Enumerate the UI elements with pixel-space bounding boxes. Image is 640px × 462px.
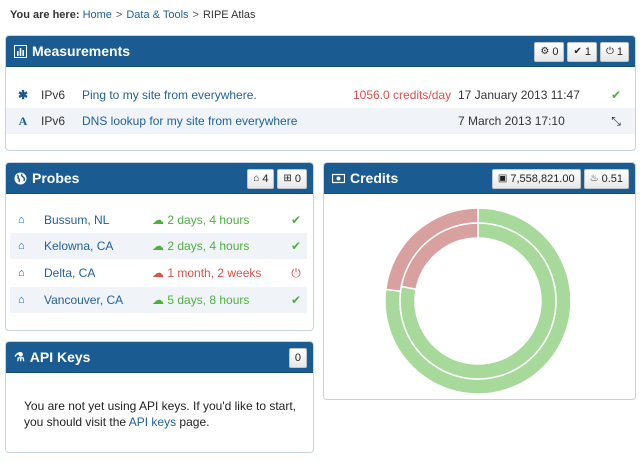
asterisk-icon: ✱ [17,88,29,102]
globe-icon [14,172,27,184]
measurements-header: Measurements ⚙ 0 ✔ 1 ⏻ 1 [6,36,635,67]
api-keys-message: You are not yet using API keys. If you'd… [24,398,313,430]
api-keys-title-text: API Keys [29,349,91,365]
money-icon [332,173,345,183]
breadcrumb-separator: > [115,9,123,21]
home-icon: ⌂ [18,267,25,279]
measurements-title: Measurements [14,43,130,59]
measurements-panel: Measurements ⚙ 0 ✔ 1 ⏻ 1 ✱ IPv6 Ping to my … [5,35,636,151]
dns-icon: A [18,114,28,128]
credits-panel: Credits ▣ 7,558,821.00 ♨ 0.51 [323,162,636,400]
api-keys-title: ⚗ API Keys [14,349,90,365]
breadcrumb-current: RIPE Atlas [202,9,256,21]
check-icon: ✔ [573,46,582,57]
probe-row: ⌂ Kelowna, CA ☁ 2 days, 4 hours ✔ [10,233,307,259]
probes-gift-button[interactable]: ⊞ 0 [277,169,307,189]
api-keys-header: ⚗ API Keys 0 [6,342,313,373]
measurement-row: ✱ IPv6 Ping to my site from everywhere. … [6,82,635,108]
api-keys-count: 0 [294,352,301,364]
money-icon: ▣ [497,173,508,184]
probes-buttons: ⌂ 4 ⊞ 0 [247,169,307,189]
cloud-up-icon: ☁ [152,239,168,253]
credits-balance-button[interactable]: ▣ 7,558,821.00 [491,169,581,189]
credits-rate: 0.51 [601,173,623,185]
power-icon: ⏻ [291,266,301,280]
credits-donut-chart [384,207,572,395]
measurement-type: IPv6 [41,114,66,128]
breadcrumb-separator: > [192,9,199,21]
probe-uptime: ☁ 5 days, 8 hours [152,287,249,313]
check-icon: ✔ [290,293,302,307]
probe-row: ⌂ Delta, CA ☁ 1 month, 2 weeks ⏻ [10,260,307,286]
breadcrumb: You are here: Home > Data & Tools > RIPE Atl… [10,9,256,21]
measurement-row: A IPv6 DNS lookup for my site from every… [6,108,635,134]
gift-count: 0 [294,173,301,185]
measurements-gear-button[interactable]: ⚙ 0 [534,42,565,62]
breadcrumb-data-tools-link[interactable]: Data & Tools [126,9,188,21]
credits-title-text: Credits [350,170,399,186]
breadcrumb-label: You are here: [10,9,80,21]
measurement-date: 17 January 2013 11:47 [458,88,580,102]
probe-uptime-text: 2 days, 4 hours [167,239,250,253]
api-keys-buttons: 0 [288,348,307,368]
gift-icon: ⊞ [283,173,292,184]
gear-icon: ⚙ [540,46,550,57]
bar-chart-icon [14,44,27,58]
probe-uptime: ☁ 2 days, 4 hours [152,233,249,259]
home-count: 4 [262,173,269,185]
power-count: 1 [616,46,623,58]
check-icon: ✔ [290,213,302,227]
collapse-icon: ⤡ [611,114,621,128]
measurements-check-button[interactable]: ✔ 1 [567,42,597,62]
cloud-up-icon: ☁ [152,293,168,307]
home-icon: ⌂ [18,294,25,306]
check-icon: ✔ [610,88,622,102]
check-icon: ✔ [290,239,302,253]
cloud-up-icon: ☁ [152,213,168,227]
probes-home-button[interactable]: ⌂ 4 [247,169,275,189]
measurement-link[interactable]: DNS lookup for my site from everywhere [82,108,297,134]
probe-row: ⌂ Bussum, NL ☁ 2 days, 4 hours ✔ [10,207,307,233]
credits-balance: 7,558,821.00 [510,173,575,185]
probe-link[interactable]: Vancouver, CA [44,287,123,313]
gear-count: 0 [552,46,559,58]
probes-header: Probes ⌂ 4 ⊞ 0 [6,163,313,194]
home-icon: ⌂ [18,214,25,226]
credits-buttons: ▣ 7,558,821.00 ♨ 0.51 [491,169,629,189]
api-keys-text-end: page. [176,415,210,429]
probe-link[interactable]: Bussum, NL [44,207,109,233]
probe-uptime: ☁ 1 month, 2 weeks [152,260,261,286]
probes-title-text: Probes [32,170,80,186]
probe-uptime-text: 1 month, 2 weeks [167,266,262,280]
breadcrumb-home-link[interactable]: Home [83,9,112,21]
api-keys-panel: ⚗ API Keys 0 You are not yet using API k… [5,341,314,453]
cloud-down-icon: ☁ [152,266,168,280]
probe-row: ⌂ Vancouver, CA ☁ 5 days, 8 hours ✔ [10,287,307,313]
measurement-link[interactable]: Ping to my site from everywhere. [82,82,257,108]
api-keys-count-button[interactable]: 0 [288,348,307,368]
fire-icon: ♨ [589,173,599,184]
probe-uptime-text: 2 days, 4 hours [167,213,250,227]
probe-uptime: ☁ 2 days, 4 hours [152,207,249,233]
api-keys-link[interactable]: API keys [129,415,176,429]
home-icon: ⌂ [253,173,260,184]
measurements-power-button[interactable]: ⏻ 1 [599,42,629,62]
credits-header: Credits ▣ 7,558,821.00 ♨ 0.51 [324,163,635,194]
measurement-credits: 1056.0 credits/day [353,88,452,102]
measurement-date: 7 March 2013 17:10 [458,114,565,128]
credits-rate-button[interactable]: ♨ 0.51 [583,169,629,189]
check-count: 1 [584,46,591,58]
home-icon: ⌂ [18,240,25,252]
probe-link[interactable]: Kelowna, CA [44,233,113,259]
flask-icon: ⚗ [14,350,25,364]
measurements-buttons: ⚙ 0 ✔ 1 ⏻ 1 [534,42,629,62]
probe-link[interactable]: Delta, CA [44,260,95,286]
credits-title: Credits [332,170,398,186]
probes-panel: Probes ⌂ 4 ⊞ 0 ⌂ Bussum, NL ☁ 2 days, 4 ho… [5,162,314,331]
measurement-type: IPv6 [41,88,66,102]
probes-title: Probes [14,170,79,186]
probe-uptime-text: 5 days, 8 hours [167,293,250,307]
power-icon: ⏻ [605,46,614,57]
measurements-title-text: Measurements [32,43,131,59]
